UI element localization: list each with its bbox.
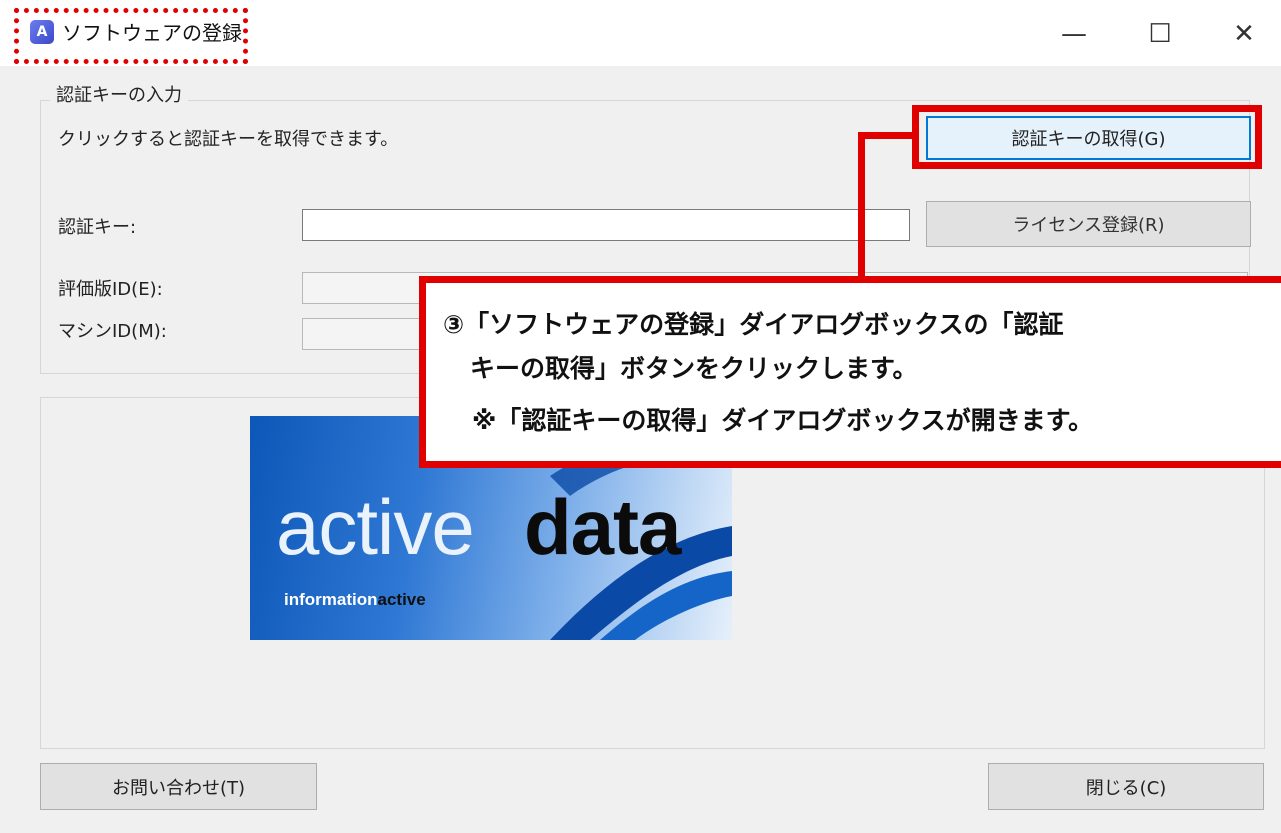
- machine-id-label: マシンID(M):: [58, 321, 167, 342]
- callout-line-2: キーの取得」ボタンをクリックします。: [470, 352, 918, 386]
- logo-tagline-bold: active: [377, 590, 426, 609]
- callout-line-1: ③「ソフトウェアの登録」ダイアログボックスの「認証: [443, 308, 1063, 342]
- minimize-button[interactable]: —: [1052, 14, 1096, 54]
- trial-id-label: 評価版ID(E):: [58, 279, 163, 300]
- instruction-text: クリックすると認証キーを取得できます。: [58, 129, 399, 150]
- callout-bold-text: 認証: [1013, 310, 1064, 339]
- annotation-connector-horizontal: [858, 132, 914, 139]
- callout-text: 」ボタンをクリックします。: [595, 354, 918, 383]
- callout-text: 」ダイアログボックスが開きます。: [696, 406, 1094, 435]
- logo-tagline: informationactive: [284, 590, 426, 610]
- callout-bold-text: 認証キーの取得: [521, 406, 697, 435]
- auth-key-input[interactable]: [302, 209, 910, 241]
- callout-text: 」ダイアログボックスの「: [714, 310, 1014, 339]
- close-button[interactable]: 閉じる(C): [988, 763, 1264, 810]
- callout-bold-text: ソフトウェアの登録: [489, 310, 715, 339]
- title-annotation-box: [14, 8, 248, 64]
- license-register-button[interactable]: ライセンス登録(R): [926, 201, 1251, 247]
- auth-key-label: 認証キー:: [58, 217, 137, 238]
- callout-text: ③「: [443, 310, 490, 339]
- logo-tagline-light: information: [284, 590, 378, 609]
- callout-text: ※「: [472, 406, 522, 435]
- callout-bold-text: キーの取得: [470, 354, 596, 383]
- maximize-button[interactable]: ☐: [1138, 14, 1182, 54]
- close-window-button[interactable]: ✕: [1222, 14, 1266, 54]
- get-key-annotation-box: [912, 105, 1262, 169]
- group-title: 認証キーの入力: [50, 84, 188, 108]
- contact-button[interactable]: お問い合わせ(T): [40, 763, 317, 810]
- logo-word-data: data: [524, 483, 681, 571]
- logo-word-active: active: [276, 483, 475, 571]
- callout-line-3: ※「認証キーの取得」ダイアログボックスが開きます。: [472, 404, 1093, 438]
- annotation-connector-vertical: [858, 132, 865, 282]
